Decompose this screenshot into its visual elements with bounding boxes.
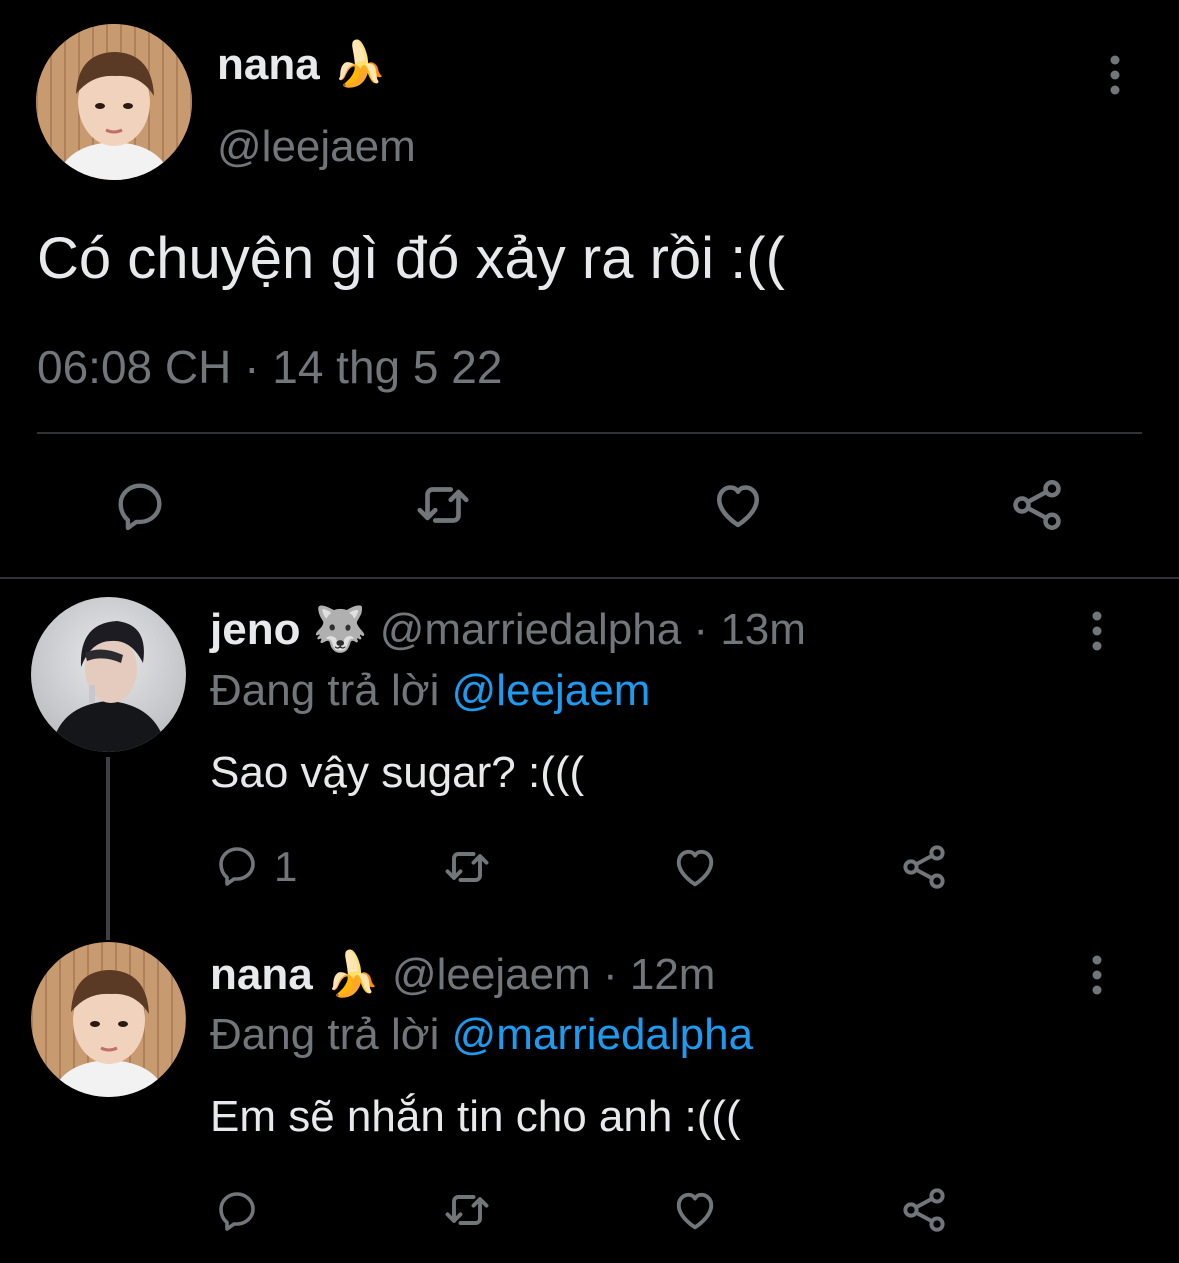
like-icon[interactable]	[666, 1181, 724, 1239]
avatar[interactable]	[31, 942, 186, 1097]
avatar[interactable]	[31, 597, 186, 752]
user-handle[interactable]: @leejaem	[217, 122, 416, 172]
reply-icon[interactable]	[210, 838, 264, 892]
display-name[interactable]: nana	[210, 950, 313, 999]
tweet-text: Sao vậy sugar? :(((	[210, 748, 585, 797]
retweet-icon[interactable]	[438, 1181, 496, 1239]
reply-icon[interactable]	[105, 470, 175, 540]
banana-emoji: 🍌	[324, 949, 380, 1000]
tweet-age[interactable]: 13m	[720, 605, 806, 654]
tweet-age[interactable]: 12m	[630, 950, 716, 999]
share-icon[interactable]	[895, 1181, 953, 1239]
replying-to-handle[interactable]: @marriedalpha	[452, 1010, 753, 1059]
separator-dot: ·	[602, 950, 618, 999]
replying-to-label: Đang trả lời	[210, 666, 440, 715]
share-icon[interactable]	[895, 838, 953, 896]
more-vertical-icon[interactable]	[1098, 52, 1132, 98]
like-icon[interactable]	[666, 838, 724, 896]
divider	[37, 432, 1142, 434]
divider	[0, 577, 1179, 579]
reply-icon[interactable]	[210, 1183, 264, 1237]
tweet-text: Em sẽ nhắn tin cho anh :(((	[210, 1092, 741, 1141]
separator-dot: ·	[244, 341, 260, 393]
thread-line	[106, 757, 110, 940]
user-handle[interactable]: @leejaem	[392, 950, 591, 999]
more-vertical-icon[interactable]	[1080, 952, 1114, 998]
user-handle[interactable]: @marriedalpha	[380, 605, 681, 654]
like-icon[interactable]	[703, 470, 773, 540]
replying-to-label: Đang trả lời	[210, 1010, 440, 1059]
separator-dot: ·	[693, 605, 709, 654]
more-vertical-icon[interactable]	[1080, 608, 1114, 654]
retweet-icon[interactable]	[408, 470, 478, 540]
wolf-emoji: 🐺	[312, 604, 368, 655]
banana-emoji: 🍌	[331, 39, 387, 90]
tweet-date[interactable]: 14 thg 5 22	[272, 341, 502, 393]
reply-count: 1	[274, 843, 298, 890]
retweet-icon[interactable]	[438, 838, 496, 896]
display-name[interactable]: nana	[217, 40, 320, 89]
share-icon[interactable]	[1002, 470, 1072, 540]
avatar[interactable]	[36, 24, 192, 180]
replying-to-handle[interactable]: @leejaem	[452, 666, 651, 715]
tweet-text: Có chuyện gì đó xảy ra rồi :((	[37, 226, 785, 291]
display-name[interactable]: jeno	[210, 605, 300, 654]
tweet-time[interactable]: 06:08 CH	[37, 341, 231, 393]
